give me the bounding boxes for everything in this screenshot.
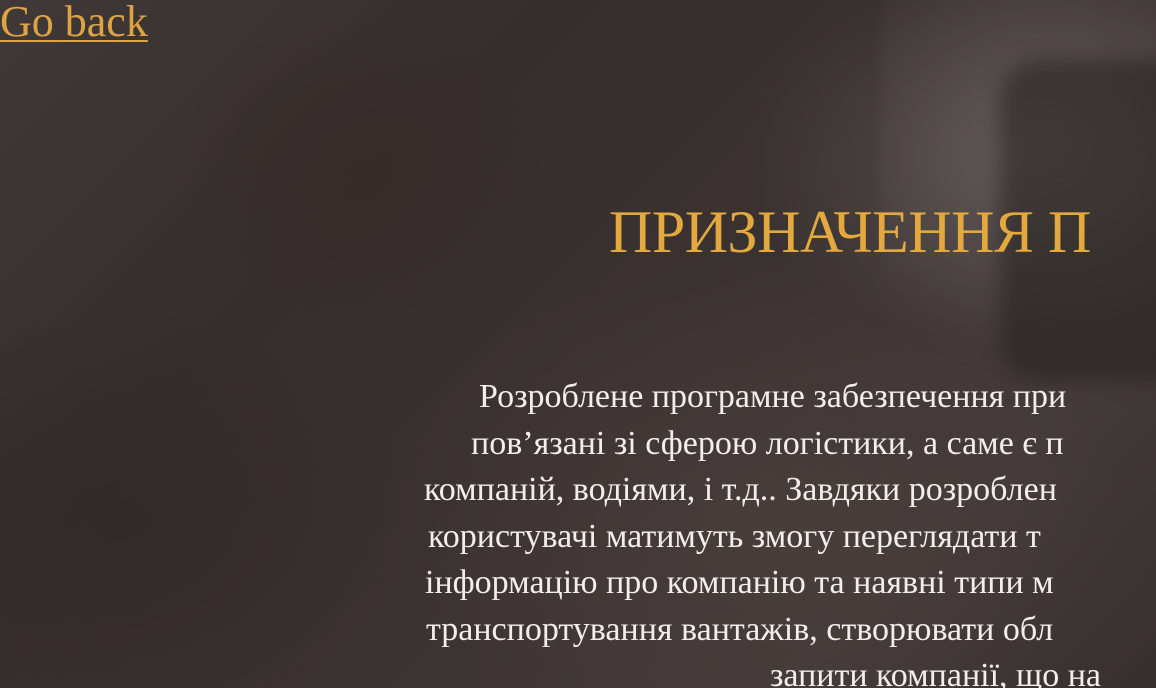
description-line: запити компанії, що на <box>770 657 1102 688</box>
description-line: пов’язані зі сферою логістики, а саме є … <box>471 424 1064 462</box>
description-line: компаній, водіями, і т.д.. Завдяки розро… <box>424 471 1057 508</box>
page-viewport: Go back ПРИЗНАЧЕННЯ П Розроблене програм… <box>0 0 1156 688</box>
description-line: інформацію про компанію та наявні типи м <box>425 564 1054 601</box>
description-line: користувачі матимуть змогу переглядати т <box>428 517 1041 555</box>
description-paragraph: Розроблене програмне забезпечення при по… <box>424 374 1156 688</box>
go-back-link[interactable]: Go back <box>0 0 148 50</box>
description-line: транспортування вантажів, створювати обл <box>426 610 1054 648</box>
page-title: ПРИЗНАЧЕННЯ П <box>609 199 1091 265</box>
description-line: Розроблене програмне забезпечення при <box>479 378 1067 415</box>
